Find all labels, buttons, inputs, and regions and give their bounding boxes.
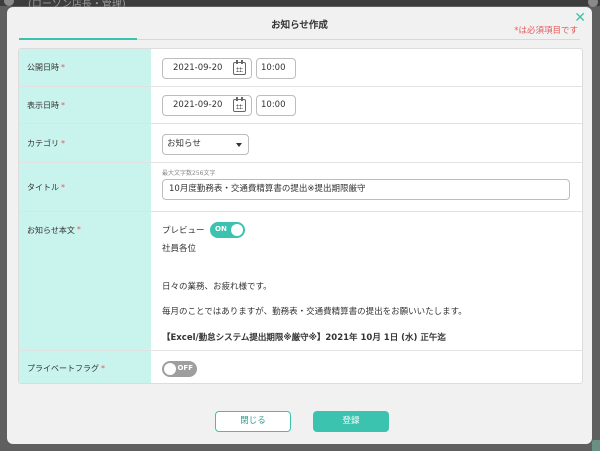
notice-form: 公開日時 * 2021-09-20 10:00 表示日時 * 2021-09-20 [18,48,583,384]
body-editor[interactable]: プレビュー ON 社員各位 日々の業務、お疲れ様です。 毎月のことではありますが… [151,212,582,350]
save-button[interactable]: 登録 [313,411,389,432]
chevron-down-icon [236,143,242,147]
notice-create-modal: お知らせ作成 *は必須項目です ✕ 公開日時 * 2021-09-20 10:00 [7,7,592,444]
preview-toggle[interactable]: ON [210,222,245,238]
required-mark: * [61,100,65,110]
form-row-category: カテゴリ * お知らせ [19,124,582,163]
field-label-text: カテゴリ [27,138,59,148]
toggle-knob [164,363,176,375]
body-line: 【Excel/勤怠システム提出期限※厳守※】2021年 10月 1日 (水) 正… [162,333,446,343]
field-label-text: 表示日時 [27,100,59,110]
time-value: 10:00 [261,100,286,110]
title-value: 10月度勤務表・交通費精算書の提出※提出期限厳守 [169,184,366,194]
modal-header: お知らせ作成 *は必須項目です ✕ [7,7,592,41]
field-label: タイトル * [19,163,151,211]
calendar-icon[interactable] [233,97,246,112]
date-value: 2021-09-20 [173,100,223,110]
category-selected-value: お知らせ [167,139,201,149]
toggle-state: ON [215,225,227,233]
required-mark: * [76,225,81,234]
body-line: 毎月のことではありますが、勤務表・交通費精算書の提出をお願いいたします。 [162,307,467,317]
form-row-private-flag: プライベートフラグ * OFF [19,351,582,383]
body-line: 日々の業務、お疲れ様です。 [162,282,272,292]
form-row-display-datetime: 表示日時 * 2021-09-20 10:00 [19,87,582,124]
field-value: OFF [151,351,582,383]
close-button[interactable]: 閉じる [215,411,291,432]
field-label-text: お知らせ本文 [27,226,75,235]
toggle-state: OFF [177,364,193,372]
required-note: *は必須項目です [514,26,578,36]
field-value: 最大文字数256文字 10月度勤務表・交通費精算書の提出※提出期限厳守 [151,163,582,211]
field-value: お知らせ [151,124,582,162]
required-mark: * [61,63,65,72]
form-row-title: タイトル * 最大文字数256文字 10月度勤務表・交通費精算書の提出※提出期限厳… [19,163,582,212]
calendar-icon[interactable] [233,60,246,75]
publish-time-input[interactable]: 10:00 [256,58,296,79]
calendar-dots [236,104,243,109]
private-flag-toggle[interactable]: OFF [162,361,197,377]
field-value: 2021-09-20 10:00 [151,49,582,86]
title-input[interactable]: 10月度勤務表・交通費精算書の提出※提出期限厳守 [162,179,570,200]
field-label: カテゴリ * [19,124,151,162]
preview-label: プレビュー [162,226,205,236]
body-line: 社員各位 [162,244,197,254]
active-tab-underline [19,38,137,40]
toggle-knob [231,224,243,236]
required-mark: * [61,138,65,148]
field-label-text: タイトル [27,182,59,192]
field-label: 公開日時 * [19,49,151,86]
close-icon[interactable]: ✕ [574,11,586,25]
field-label-text: プライベートフラグ [27,364,99,373]
date-value: 2021-09-20 [173,63,223,73]
display-time-input[interactable]: 10:00 [256,95,296,116]
char-limit-hint: 最大文字数256文字 [162,170,216,177]
form-row-body: お知らせ本文 * プレビュー ON 社員各位 日々の業務、お疲れ様です。 毎月のこ… [19,212,582,351]
calendar-dots [236,67,243,72]
modal-title: お知らせ作成 [271,20,328,31]
field-label: プライベートフラグ * [19,351,151,383]
field-value: 2021-09-20 10:00 [151,87,582,123]
time-value: 10:00 [261,63,286,73]
display-date-input[interactable]: 2021-09-20 [162,95,252,116]
publish-date-input[interactable]: 2021-09-20 [162,58,252,79]
required-mark: * [101,364,105,373]
field-label: 表示日時 * [19,87,151,123]
required-mark: * [61,182,65,192]
field-label-text: 公開日時 [27,63,59,72]
field-label: お知らせ本文 * [19,212,151,350]
category-select[interactable]: お知らせ [162,134,249,155]
background-fab [592,440,600,451]
form-row-publish-datetime: 公開日時 * 2021-09-20 10:00 [19,49,582,87]
